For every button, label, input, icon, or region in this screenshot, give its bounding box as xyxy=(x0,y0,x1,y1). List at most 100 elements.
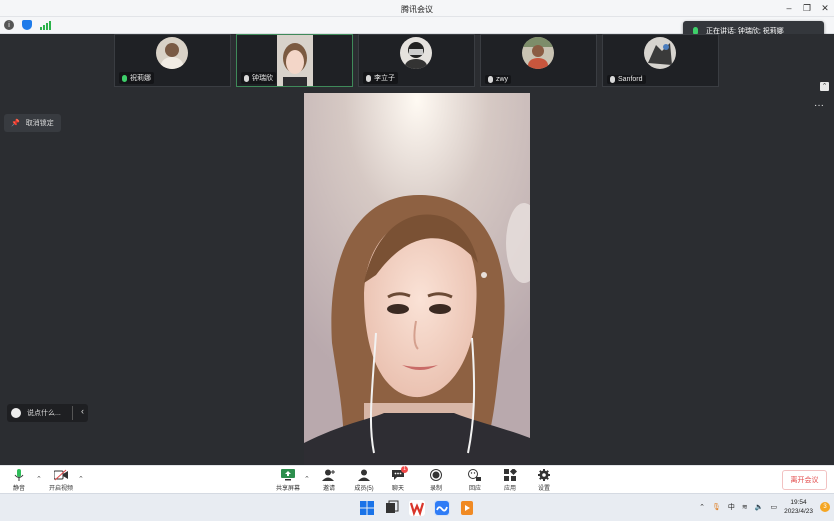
avatar xyxy=(156,37,188,69)
pin-icon: 📌 xyxy=(11,120,20,127)
participant-name-tag: 祝莉娜 xyxy=(119,72,154,84)
collapse-strip-button[interactable]: ⌃ xyxy=(820,82,829,91)
mic-icon xyxy=(122,74,127,82)
members-button[interactable]: 成员(5) xyxy=(348,469,380,492)
participant-tile[interactable]: zwy xyxy=(480,34,597,87)
record-button[interactable]: 录制 xyxy=(420,469,452,492)
chat-badge: 1 xyxy=(401,466,408,473)
title-bar: 腾讯会议 – ❐ ✕ xyxy=(0,0,834,17)
signal-icon[interactable] xyxy=(40,20,51,30)
record-label: 录制 xyxy=(429,486,442,492)
window-controls: – ❐ ✕ xyxy=(784,2,830,14)
os-taskbar: ⌃ 🎙 中 ≋ 🔈 ▭ 19:54 2023/4/23 3 xyxy=(0,493,834,521)
chevron-up-icon[interactable]: ⌃ xyxy=(699,503,705,511)
chat-icon: 1 xyxy=(391,466,408,481)
settings-button[interactable]: 设置 xyxy=(528,469,560,492)
participant-name: Sanford xyxy=(618,76,643,83)
share-screen-button[interactable]: 共享屏幕 xyxy=(272,469,304,492)
participant-tile[interactable]: 祝莉娜 xyxy=(114,34,231,87)
chevron-up-icon[interactable]: ⌃ xyxy=(304,475,310,483)
shield-icon[interactable] xyxy=(22,20,32,30)
mic-muted-icon xyxy=(366,74,371,82)
record-icon xyxy=(429,469,443,481)
notification-badge[interactable]: 3 xyxy=(820,502,830,512)
participant-name-tag: zwy xyxy=(485,75,512,84)
participant-tile-active[interactable]: 钟瑞欣 xyxy=(236,34,353,87)
meeting-toolbar: 静音 ⌃ 开启视频 ⌃ 共享屏幕 ⌃ 邀请 成员(5) 1 聊天 录制 回应 应… xyxy=(0,465,834,493)
leave-meeting-button[interactable]: 离开会议 xyxy=(782,470,827,490)
apps-grid-icon xyxy=(503,467,518,481)
clock-time: 19:54 xyxy=(790,499,807,506)
settings-label: 设置 xyxy=(537,486,550,492)
avatar xyxy=(644,37,676,69)
participant-tile[interactable]: Sanford xyxy=(602,34,719,87)
share-label: 共享屏幕 xyxy=(275,486,300,492)
apps-label: 应用 xyxy=(503,486,516,492)
speaker-icon[interactable]: 🔈 xyxy=(755,503,764,511)
main-video-feed[interactable] xyxy=(304,93,530,465)
windows-start-icon[interactable] xyxy=(359,500,375,516)
mute-button[interactable]: 静音 xyxy=(3,469,35,492)
window-title: 腾讯会议 xyxy=(401,5,433,14)
members-icon xyxy=(357,469,371,481)
invite-label: 邀请 xyxy=(322,486,335,492)
info-icon[interactable]: i xyxy=(4,20,14,30)
reaction-icon xyxy=(468,469,482,481)
chat-label: 聊天 xyxy=(391,486,404,492)
chevron-left-icon[interactable]: ‹ xyxy=(81,406,84,416)
participant-strip: 祝莉娜 钟瑞欣 李立子 zwy Sanford ⌃ xyxy=(0,34,834,91)
tencent-meeting-app-icon[interactable] xyxy=(434,500,450,516)
system-tray: ⌃ 🎙 中 ≋ 🔈 ▭ 19:54 2023/4/23 3 xyxy=(699,498,830,516)
close-icon[interactable]: ✕ xyxy=(820,2,830,14)
microphone-icon xyxy=(12,469,26,481)
participant-name-tag: Sanford xyxy=(607,75,646,84)
divider xyxy=(72,406,73,420)
apps-button[interactable]: 应用 xyxy=(494,467,526,492)
participant-tile[interactable]: 李立子 xyxy=(358,34,475,87)
restore-icon[interactable]: ❐ xyxy=(802,2,812,14)
mic-icon xyxy=(244,74,249,82)
participant-name: 钟瑞欣 xyxy=(252,75,273,82)
emoji-icon[interactable] xyxy=(11,408,21,418)
wps-app-icon[interactable] xyxy=(409,500,425,517)
media-player-icon[interactable] xyxy=(459,500,475,516)
unpin-label: 取消锁定 xyxy=(25,120,54,127)
chat-button[interactable]: 1 聊天 xyxy=(382,466,414,492)
mic-muted-icon xyxy=(610,76,615,83)
invite-button[interactable]: 邀请 xyxy=(313,469,345,492)
chat-placeholder: 说点什么... xyxy=(27,410,61,417)
avatar xyxy=(522,37,554,69)
task-view-icon[interactable] xyxy=(384,500,400,516)
main-stage: 📌 取消锁定 ··· 说点什么... ‹ xyxy=(0,91,834,465)
members-label: 成员(5) xyxy=(354,486,374,492)
video-label: 开启视频 xyxy=(48,486,73,492)
ime-indicator[interactable]: 中 xyxy=(728,502,735,512)
reactions-button[interactable]: 回应 xyxy=(459,469,491,492)
battery-icon[interactable]: ▭ xyxy=(770,503,777,511)
chevron-up-icon[interactable]: ⌃ xyxy=(36,475,42,483)
minimize-icon[interactable]: – xyxy=(784,2,794,14)
participant-name-tag: 钟瑞欣 xyxy=(241,72,276,84)
share-screen-icon xyxy=(281,469,295,481)
participant-name: zwy xyxy=(496,76,509,83)
avatar xyxy=(400,37,432,69)
gear-icon xyxy=(537,469,551,481)
wifi-icon[interactable]: ≋ xyxy=(742,503,748,511)
invite-icon xyxy=(322,469,336,481)
unpin-button[interactable]: 📌 取消锁定 xyxy=(4,114,61,132)
chevron-up-icon[interactable]: ⌃ xyxy=(78,475,84,483)
video-off-icon xyxy=(53,469,68,481)
mic-muted-icon xyxy=(488,76,493,83)
clock[interactable]: 19:54 2023/4/23 xyxy=(784,498,813,516)
participant-name: 李立子 xyxy=(374,75,395,82)
more-options-icon[interactable]: ··· xyxy=(814,100,824,111)
clock-date: 2023/4/23 xyxy=(784,508,813,515)
chat-quick-input[interactable]: 说点什么... ‹ xyxy=(7,404,88,422)
start-video-button[interactable]: 开启视频 xyxy=(45,469,77,492)
participant-video xyxy=(277,35,313,86)
participant-name: 祝莉娜 xyxy=(130,75,151,82)
reactions-label: 回应 xyxy=(468,486,481,492)
microphone-icon[interactable]: 🎙 xyxy=(712,503,721,511)
participant-name-tag: 李立子 xyxy=(363,72,398,84)
mute-label: 静音 xyxy=(12,486,25,492)
